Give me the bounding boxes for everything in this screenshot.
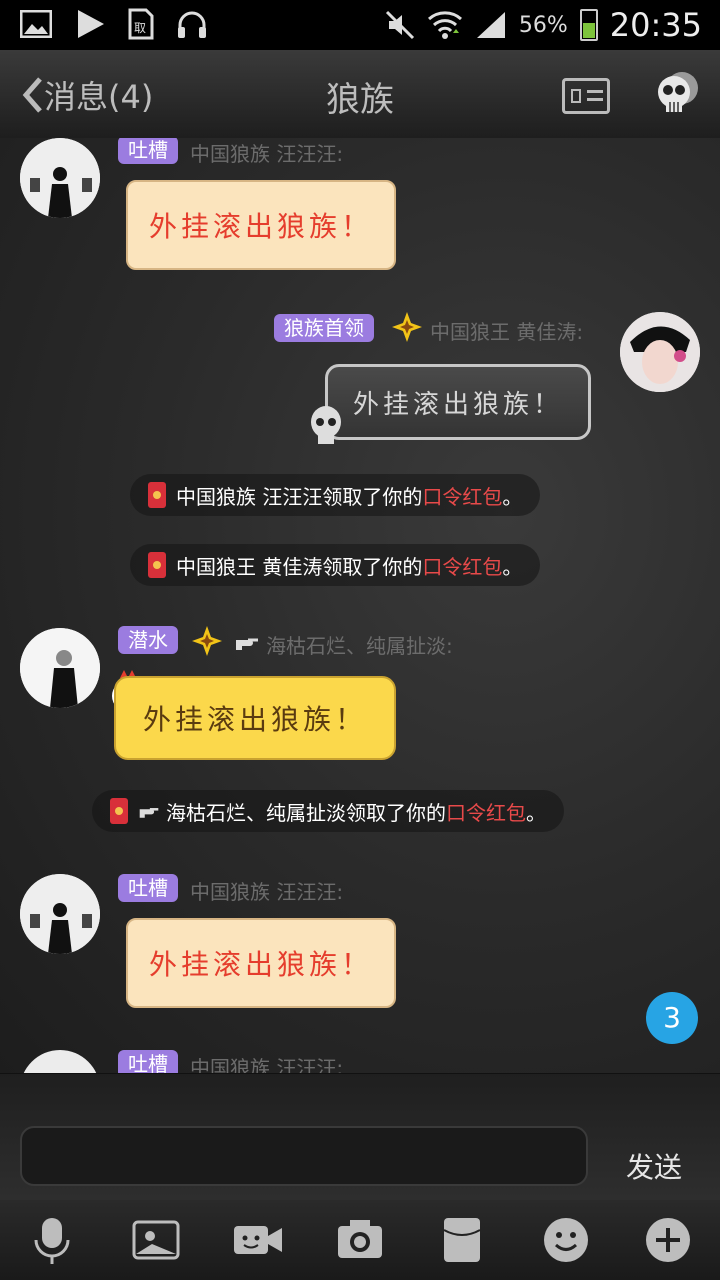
input-bar: 发送 <box>0 1073 720 1200</box>
page-title: 狼族 <box>326 80 394 120</box>
member-tag: 吐槽 <box>118 138 178 164</box>
message-input[interactable] <box>20 1126 588 1186</box>
signal-icon <box>476 12 505 38</box>
image-icon <box>20 10 52 38</box>
notice-suffix: 。 <box>502 484 523 509</box>
message-bubble[interactable]: 外挂滚出狼族！ <box>114 676 396 760</box>
notice-text: 中国狼王 黄佳涛领取了你的 <box>176 554 423 579</box>
pointing-hand-icon <box>236 638 258 650</box>
bottom-toolbar <box>0 1200 720 1280</box>
redpacket-notice: 中国狼族 汪汪汪领取了你的 口令红包 。 <box>130 474 541 516</box>
unread-badge[interactable]: 3 <box>646 992 698 1044</box>
title-bar: 消息(4) 狼族 <box>0 50 720 139</box>
send-button[interactable]: 发送 <box>626 1146 682 1186</box>
status-bar: 取 56% 20:35 <box>0 0 720 50</box>
avatar[interactable] <box>620 312 700 392</box>
notice-text: 海枯石烂、纯属扯淡领取了你的 <box>166 800 446 825</box>
red-packet-icon[interactable] <box>436 1214 488 1266</box>
member-tag: 吐槽 <box>118 874 178 902</box>
wifi-icon <box>427 11 462 39</box>
sender-name: 中国狼王 黄佳涛: <box>430 320 584 344</box>
sender-name: 中国狼族 汪汪汪: <box>190 880 344 904</box>
image-icon[interactable] <box>130 1214 182 1266</box>
message-bubble[interactable]: 外挂滚出狼族！ <box>325 364 591 440</box>
skull-icon <box>311 406 341 444</box>
battery-icon <box>579 9 598 41</box>
mic-icon[interactable] <box>26 1214 78 1266</box>
emoji-icon[interactable] <box>540 1214 592 1266</box>
plus-icon[interactable] <box>642 1214 694 1266</box>
sender-name: 海枯石烂、纯属扯淡: <box>266 634 453 658</box>
chat-area[interactable]: 吐槽 中国狼族 汪汪汪: 外挂滚出狼族！ 狼族首领 中国狼王 黄佳涛: 外挂滚出… <box>0 138 720 1073</box>
member-tag: 潜水 <box>118 626 178 654</box>
skull-icon[interactable] <box>652 68 704 120</box>
red-packet-icon <box>148 482 166 508</box>
redpacket-notice: 海枯石烂、纯属扯淡领取了你的 口令红包 。 <box>92 790 564 832</box>
avatar[interactable] <box>20 1050 100 1073</box>
camera-icon[interactable] <box>334 1214 386 1266</box>
sender-name: 中国狼族 汪汪汪: <box>190 1056 344 1073</box>
member-tag: 狼族首领 <box>274 314 374 342</box>
red-packet-icon <box>148 552 166 578</box>
redpacket-notice: 中国狼王 黄佳涛领取了你的 口令红包 。 <box>130 544 541 586</box>
clock: 20:35 <box>609 6 702 44</box>
redpacket-link[interactable]: 口令红包 <box>422 481 502 510</box>
avatar[interactable] <box>20 628 100 708</box>
play-icon <box>78 10 104 38</box>
mute-icon <box>385 10 414 40</box>
headphones-icon <box>178 11 206 38</box>
notice-text: 中国狼族 汪汪汪领取了你的 <box>176 484 423 509</box>
star-badge-icon <box>392 312 422 342</box>
pointing-hand-icon <box>139 808 159 818</box>
red-packet-icon <box>110 798 128 824</box>
group-info-button[interactable] <box>562 78 610 114</box>
video-icon[interactable] <box>232 1214 284 1266</box>
redpacket-link[interactable]: 口令红包 <box>422 551 502 580</box>
notice-suffix: 。 <box>526 800 546 825</box>
sim-icon: 取 <box>128 8 154 40</box>
avatar[interactable] <box>20 874 100 954</box>
message-bubble[interactable]: 外挂滚出狼族！ <box>126 180 396 270</box>
avatar[interactable] <box>20 138 100 218</box>
svg-text:取: 取 <box>134 21 146 35</box>
star-badge-icon <box>192 626 222 656</box>
message-bubble[interactable]: 外挂滚出狼族！ <box>126 918 396 1008</box>
redpacket-link[interactable]: 口令红包 <box>446 797 526 826</box>
sender-name: 中国狼族 汪汪汪: <box>190 142 344 166</box>
notice-suffix: 。 <box>502 554 523 579</box>
member-tag: 吐槽 <box>118 1050 178 1073</box>
battery-percent: 56% <box>518 12 568 38</box>
